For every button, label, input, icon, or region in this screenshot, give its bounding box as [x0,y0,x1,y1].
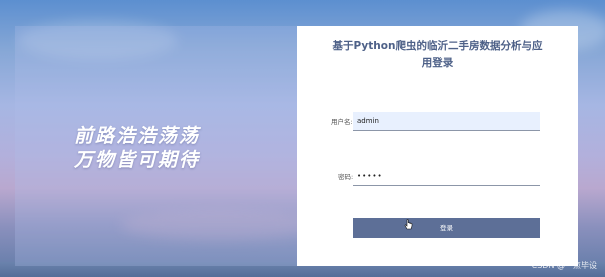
password-input[interactable] [353,167,540,186]
login-title-line-2: 用登录 [421,57,454,69]
csdn-watermark: CSDN @一点毕设 [531,261,597,270]
login-page: 前路浩浩荡荡 万物皆可期待 基于Python爬虫的临沂二手房数据分析与应 用登录… [0,0,605,277]
hero-slogan: 前路浩浩荡荡 万物皆可期待 [74,124,274,172]
username-input[interactable] [353,112,540,131]
password-label: 密码: [338,173,354,181]
login-card: 基于Python爬虫的临沂二手房数据分析与应 用登录 用户名: 密码: 登录 [297,26,578,266]
login-title-line-1: 基于Python爬虫的临沂二手房数据分析与应 [332,40,543,52]
slogan-line-2: 万物皆可期待 [74,149,201,171]
hand-pointer-icon [404,219,413,230]
login-title: 基于Python爬虫的临沂二手房数据分析与应 用登录 [297,38,578,72]
slogan-line-1: 前路浩浩荡荡 [74,125,201,147]
username-label: 用户名: [331,118,353,126]
login-button[interactable]: 登录 [353,218,540,238]
